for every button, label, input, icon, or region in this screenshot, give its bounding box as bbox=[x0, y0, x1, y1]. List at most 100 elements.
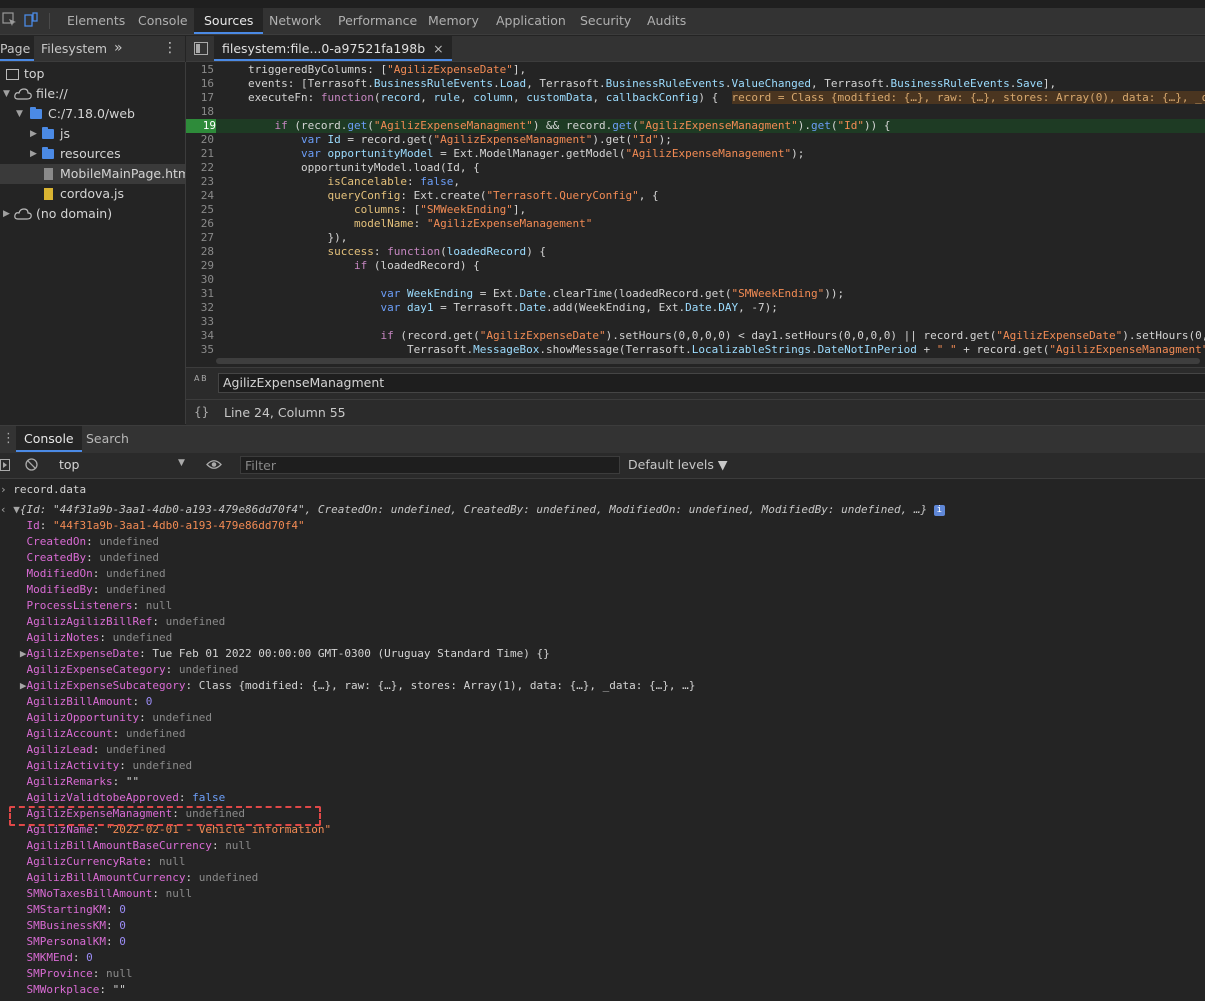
tree-item-no-domain[interactable]: ▶ (no domain) bbox=[0, 204, 185, 224]
tab-console[interactable]: Console bbox=[128, 8, 198, 34]
editor-tab-file[interactable]: filesystem:file...0-a97521fa198b × bbox=[214, 36, 452, 61]
tab-elements[interactable]: Elements bbox=[57, 8, 135, 34]
code-line: 29 if (loadedRecord) { bbox=[200, 259, 480, 272]
inspect-element-icon[interactable] bbox=[2, 12, 18, 28]
tree-item-file-origin[interactable]: ▼ file:// bbox=[0, 84, 185, 104]
property-value: undefined bbox=[105, 743, 166, 756]
property-row: SMStartingKM: 0 bbox=[26, 903, 126, 916]
property-value: null bbox=[225, 839, 252, 852]
clear-console-icon[interactable] bbox=[25, 458, 38, 471]
toggle-navigator-icon[interactable] bbox=[194, 42, 208, 55]
tree-item-resources-folder[interactable]: ▶ resources bbox=[0, 144, 185, 164]
case-sensitive-icon[interactable]: A B bbox=[194, 374, 210, 383]
pretty-print-icon[interactable]: {} bbox=[194, 400, 209, 425]
code-editor[interactable]: 15 triggeredByColumns: ["AgilizExpenseDat… bbox=[186, 62, 1205, 366]
drawer-tab-search[interactable]: Search bbox=[86, 426, 129, 452]
property-row: SMWorkplace: "" bbox=[26, 983, 126, 996]
collapse-triangle-icon[interactable]: ▶ bbox=[3, 204, 10, 224]
tab-filesystem[interactable]: Filesystem bbox=[41, 36, 107, 61]
property-row: ProcessListeners: null bbox=[26, 599, 173, 612]
expand-triangle-icon[interactable]: ▼ bbox=[16, 104, 23, 124]
file-tree: top ▼ file:// ▼ C:/7.18.0/web ▶ js ▶ res… bbox=[0, 62, 186, 424]
drawer-menu-icon[interactable]: ⋮ bbox=[2, 431, 15, 446]
console-filter-input[interactable]: Filter bbox=[240, 456, 620, 474]
live-expression-eye-icon[interactable] bbox=[206, 459, 222, 470]
property-key: SMKMEnd bbox=[26, 951, 73, 964]
device-toolbar-icon[interactable] bbox=[23, 12, 39, 28]
cursor-position: Line 24, Column 55 bbox=[224, 405, 346, 420]
property-value: undefined bbox=[112, 631, 173, 644]
editor-horizontal-scrollbar[interactable] bbox=[186, 356, 1205, 366]
kebab-menu-icon[interactable]: ⋮ bbox=[163, 36, 177, 61]
code-line: 22 opportunityModel.load(Id, { bbox=[200, 161, 480, 174]
tab-audits[interactable]: Audits bbox=[637, 8, 696, 34]
context-dropdown-icon[interactable]: ▼ bbox=[178, 458, 185, 468]
code-line: 20 var Id = record.get("AgilizExpenseMan… bbox=[200, 133, 672, 146]
property-value: false bbox=[192, 791, 226, 804]
property-row: AgilizActivity: undefined bbox=[26, 759, 193, 772]
property-value: null bbox=[145, 599, 173, 612]
scrollbar-thumb[interactable] bbox=[216, 358, 1200, 364]
console-object-summary[interactable]: ‹ ▼{Id: "44f31a9b-3aa1-4db0-a193-479e86d… bbox=[0, 502, 945, 518]
code-line: 15 triggeredByColumns: ["AgilizExpenseDat… bbox=[200, 63, 527, 76]
tree-item-js-folder[interactable]: ▶ js bbox=[0, 124, 185, 144]
property-row: AgilizValidtobeApproved: false bbox=[26, 791, 226, 804]
log-levels-dropdown[interactable]: Default levels ▼ bbox=[628, 457, 727, 472]
property-key: SMWorkplace bbox=[26, 983, 100, 996]
annotation-highlight-box bbox=[9, 806, 321, 826]
tab-performance[interactable]: Performance bbox=[328, 8, 427, 34]
navigator-tabs: Page Filesystem » ⋮ bbox=[0, 36, 185, 62]
code-line: 32 var day1 = Terrasoft.Date.add(WeekEnd… bbox=[200, 301, 778, 314]
tab-security[interactable]: Security bbox=[570, 8, 641, 34]
context-selector[interactable]: top bbox=[59, 457, 79, 472]
property-key: SMBusinessKM bbox=[26, 919, 106, 932]
property-value: undefined bbox=[105, 583, 166, 596]
property-value: undefined bbox=[165, 615, 226, 628]
drawer-tab-console[interactable]: Console bbox=[16, 426, 82, 452]
tree-item-cordova-js[interactable]: cordova.js bbox=[0, 184, 185, 204]
tree-item-web-folder[interactable]: ▼ C:/7.18.0/web bbox=[0, 104, 185, 124]
property-row: ModifiedOn: undefined bbox=[26, 567, 166, 580]
tree-item-mobilemainpage[interactable]: MobileMainPage.html?p bbox=[0, 164, 185, 184]
collapse-triangle-icon[interactable]: ▶ bbox=[30, 144, 37, 164]
expand-triangle-icon[interactable]: ▼ bbox=[3, 84, 10, 104]
window-top-stripe bbox=[0, 0, 1205, 8]
tree-item-top[interactable]: top bbox=[0, 64, 185, 84]
more-tabs-icon[interactable]: » bbox=[114, 36, 123, 61]
property-row: AgilizCurrencyRate: null bbox=[26, 855, 186, 868]
property-value: null bbox=[165, 887, 193, 900]
tab-memory[interactable]: Memory bbox=[418, 8, 489, 34]
property-row: AgilizOpportunity: undefined bbox=[26, 711, 212, 724]
property-value: undefined bbox=[178, 663, 239, 676]
property-key: AgilizRemarks bbox=[26, 775, 113, 788]
close-tab-icon[interactable]: × bbox=[433, 41, 443, 56]
console-output[interactable]: › record.data ‹ ▼{Id: "44f31a9b-3aa1-4db… bbox=[0, 479, 1205, 1001]
folder-icon bbox=[42, 147, 54, 159]
find-bar: A B AgilizExpenseManagment bbox=[186, 367, 1205, 399]
code-line: 26 modelName: "AgilizExpenseManagement" bbox=[200, 217, 593, 230]
code-line: 25 columns: ["SMWeekEnding"], bbox=[200, 203, 527, 216]
property-key: AgilizOpportunity bbox=[26, 711, 140, 724]
property-row: CreatedOn: undefined bbox=[26, 535, 159, 548]
property-key: AgilizExpenseDate bbox=[26, 647, 140, 660]
show-sidebar-icon[interactable] bbox=[0, 459, 10, 471]
property-key: AgilizExpenseSubcategory bbox=[26, 679, 186, 692]
code-line-execution-highlight[interactable]: 19 if (record.get("AgilizExpenseManagmen… bbox=[186, 119, 1205, 133]
property-row: SMBusinessKM: 0 bbox=[26, 919, 126, 932]
property-value: 0 bbox=[145, 695, 153, 708]
tab-application[interactable]: Application bbox=[486, 8, 576, 34]
tab-network[interactable]: Network bbox=[259, 8, 331, 34]
tab-page[interactable]: Page bbox=[0, 36, 34, 61]
property-row: AgilizLead: undefined bbox=[26, 743, 166, 756]
property-row: AgilizExpenseCategory: undefined bbox=[26, 663, 239, 676]
find-input[interactable]: AgilizExpenseManagment bbox=[218, 373, 1205, 393]
collapse-triangle-icon[interactable]: ▶ bbox=[30, 124, 37, 144]
property-key: SMPersonalKM bbox=[26, 935, 106, 948]
property-row[interactable]: ▶AgilizExpenseSubcategory: Class {modifi… bbox=[0, 678, 696, 694]
property-key: AgilizBillAmount bbox=[26, 695, 133, 708]
property-value: undefined bbox=[132, 759, 193, 772]
property-key: SMNoTaxesBillAmount bbox=[26, 887, 153, 900]
tab-sources[interactable]: Sources bbox=[194, 8, 264, 34]
property-value: undefined bbox=[152, 711, 212, 724]
property-row[interactable]: ▶AgilizExpenseDate: Tue Feb 01 2022 00:0… bbox=[0, 646, 550, 662]
